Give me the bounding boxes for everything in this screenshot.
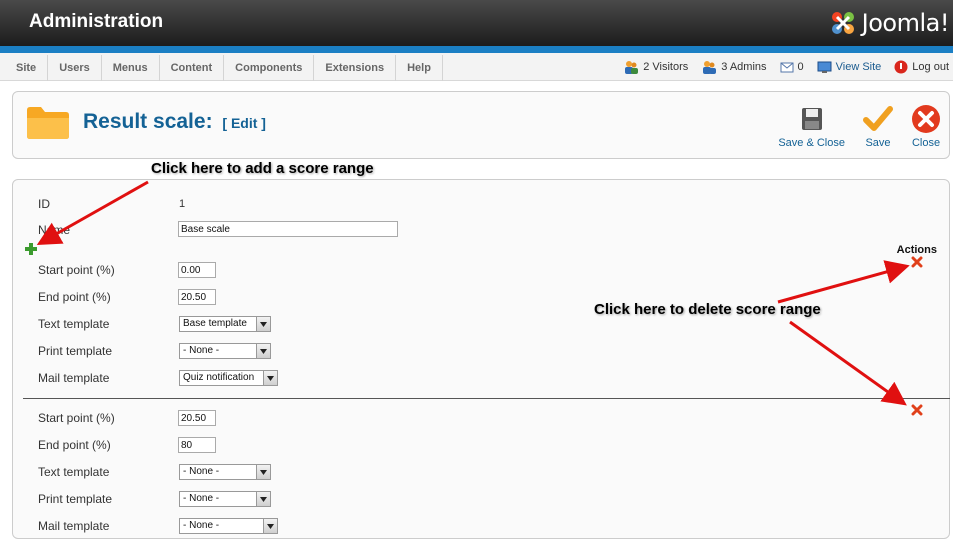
chevron-down-icon (256, 317, 270, 331)
visitors-status: 2 Visitors (623, 60, 688, 74)
range2-mail-template-value: - None - (183, 520, 220, 531)
range2-print-template-label: Print template (38, 492, 113, 506)
admins-count: 3 Admins (721, 61, 767, 73)
page-title: Result scale: [ Edit ] (83, 110, 266, 134)
toolbar-panel: Result scale: [ Edit ] Save & Close Save (12, 91, 950, 159)
admins-status: 3 Admins (701, 60, 767, 74)
name-label: Name (38, 223, 71, 237)
range1-print-template-value: - None - (183, 345, 220, 356)
view-site-link[interactable]: View Site (817, 61, 882, 73)
range2-print-template-select[interactable]: - None - (179, 491, 271, 507)
logout-link[interactable]: Log out (894, 60, 949, 74)
mail-icon (780, 61, 794, 73)
logout-icon (894, 60, 908, 74)
chevron-down-icon (256, 492, 270, 506)
menu-item-extensions[interactable]: Extensions (314, 55, 397, 81)
range1-text-template-label: Text template (38, 317, 110, 331)
visitors-icon (623, 60, 639, 74)
menu-item-components[interactable]: Components (224, 55, 315, 81)
close-label: Close (911, 137, 941, 149)
save-close-label: Save & Close (778, 137, 845, 149)
range1-text-template-value: Base template (183, 318, 247, 329)
add-range-icon[interactable] (25, 243, 37, 255)
add-range-annotation: Click here to add a score range (151, 160, 374, 177)
menu-bar: Site Users Menus Content Components Exte… (0, 53, 953, 81)
visitors-count: 2 Visitors (643, 61, 689, 73)
delete-range2-icon[interactable] (911, 404, 923, 416)
range1-print-template-label: Print template (38, 344, 113, 358)
messages-status[interactable]: 0 (780, 61, 804, 73)
folder-icon (27, 107, 69, 139)
id-value: 1 (179, 198, 186, 210)
chevron-down-icon (263, 371, 277, 385)
form-panel: ID 1 Name Actions Start point (%) End po… (12, 179, 950, 539)
chevron-down-icon (256, 344, 270, 358)
range1-mail-template-value: Quiz notification (183, 372, 255, 383)
range2-text-template-value: - None - (183, 466, 220, 477)
menu-item-help[interactable]: Help (396, 55, 443, 81)
checkmark-icon (863, 106, 893, 131)
range2-text-template-label: Text template (38, 465, 110, 479)
save-close-button[interactable]: Save & Close (778, 104, 845, 149)
range1-print-template-select[interactable]: - None - (179, 343, 271, 359)
close-button[interactable]: Close (911, 104, 941, 149)
actions-header: Actions (896, 244, 937, 256)
range2-end-label: End point (%) (38, 438, 111, 452)
accent-strip (0, 46, 953, 53)
range2-start-label: Start point (%) (38, 411, 115, 425)
messages-count: 0 (797, 61, 804, 73)
save-button[interactable]: Save (863, 104, 893, 149)
range1-text-template-select[interactable]: Base template (179, 316, 271, 332)
save-label: Save (865, 137, 891, 149)
view-site-label: View Site (835, 61, 882, 73)
close-icon (912, 105, 940, 133)
menu-item-content[interactable]: Content (160, 55, 225, 81)
range1-end-label: End point (%) (38, 290, 111, 304)
range2-end-input[interactable] (178, 437, 216, 453)
menu-item-menus[interactable]: Menus (102, 55, 160, 81)
floppy-disk-icon (801, 108, 822, 130)
delete-range-annotation: Click here to delete score range (594, 301, 821, 318)
status-bar: 2 Visitors 3 Admins 0 View Site Log out (610, 53, 949, 81)
header-title: Administration (29, 11, 164, 32)
admin-header: Administration Joomla! (0, 0, 953, 46)
range2-start-input[interactable] (178, 410, 216, 426)
id-label: ID (38, 197, 50, 211)
page-title-text: Result scale: (83, 110, 213, 133)
menu-item-users[interactable]: Users (48, 55, 102, 81)
menu-item-site[interactable]: Site (5, 55, 49, 81)
range2-print-template-value: - None - (183, 493, 220, 504)
range1-start-label: Start point (%) (38, 263, 115, 277)
range2-mail-template-select[interactable]: - None - (179, 518, 278, 534)
range1-mail-template-label: Mail template (38, 371, 110, 385)
range2-text-template-select[interactable]: - None - (179, 464, 271, 480)
range1-mail-template-select[interactable]: Quiz notification (179, 370, 278, 386)
chevron-down-icon (256, 465, 270, 479)
delete-range1-icon[interactable] (911, 256, 923, 268)
logo-text: Joomla! (861, 9, 950, 37)
name-input[interactable] (178, 221, 398, 237)
monitor-icon (817, 61, 832, 73)
logout-label: Log out (912, 61, 949, 73)
joomla-logo[interactable]: Joomla! (828, 6, 950, 40)
edit-tag: [ Edit ] (222, 115, 266, 131)
admins-icon (701, 60, 717, 74)
range1-start-input[interactable] (178, 262, 216, 278)
joomla-logo-icon (831, 12, 854, 34)
range-divider (23, 398, 950, 399)
range1-end-input[interactable] (178, 289, 216, 305)
